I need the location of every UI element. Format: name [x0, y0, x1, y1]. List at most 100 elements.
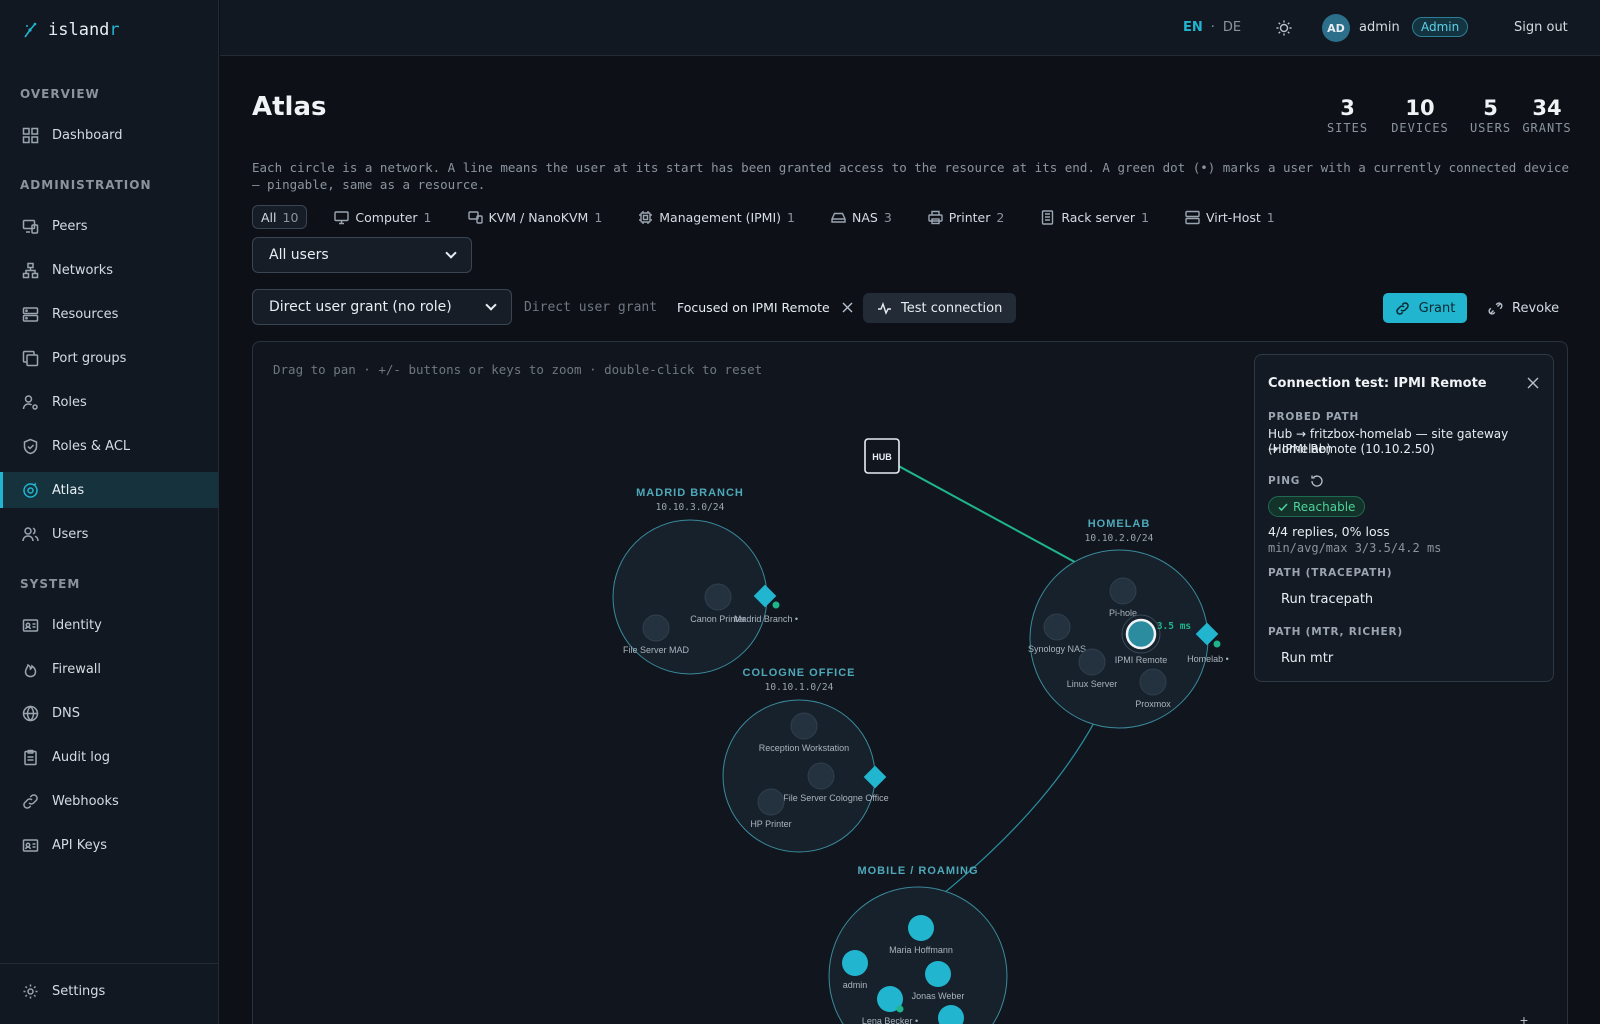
grant-type-select[interactable]: Direct user grant (no role) [252, 289, 512, 325]
zoom-in-button[interactable]: + [1520, 1012, 1528, 1024]
lang-de[interactable]: DE [1223, 20, 1241, 35]
filter-all[interactable]: All 10 [252, 205, 308, 229]
sidebar-item-api-keys[interactable]: API Keys [0, 827, 218, 863]
device-node[interactable] [1043, 613, 1071, 641]
sidebar-item-label: Networks [52, 262, 114, 278]
sidebar-item-settings[interactable]: Settings [0, 973, 218, 1009]
sidebar-item-roles-acl[interactable]: Roles & ACL [0, 428, 218, 464]
close-icon[interactable] [1527, 377, 1539, 389]
user-label: Lena Becker • [862, 1016, 918, 1024]
stat-users: 5 USERS [1463, 96, 1518, 135]
connection-test-panel: Connection test: IPMI Remote PROBED PATH… [1254, 354, 1554, 682]
filter-rack-server[interactable]: Rack server 1 [1031, 205, 1158, 229]
user-node[interactable] [908, 915, 934, 941]
logo-text: island [48, 20, 110, 40]
section-system: SYSTEM [20, 577, 81, 591]
grant-type-value: Direct user grant (no role) [269, 299, 452, 315]
filter-label: Computer [355, 209, 418, 225]
device-node[interactable] [1139, 668, 1167, 696]
site-mobile[interactable]: MOBILE / ROAMING Maria Hoffmann admin Jo… [828, 865, 1008, 1024]
latency-label: 3.5 ms [1157, 621, 1191, 632]
sidebar-item-peers[interactable]: Peers [0, 208, 218, 244]
stat-grants: 34 GRANTS [1517, 96, 1577, 135]
atlas-canvas[interactable]: Drag to pan · +/- buttons or keys to zoo… [252, 341, 1568, 1024]
filter-ipmi[interactable]: Management (IPMI) 1 [629, 205, 804, 229]
device-node[interactable] [704, 583, 732, 611]
site-cologne[interactable]: COLOGNE OFFICE 10.10.1.0/24 Reception Wo… [722, 667, 889, 853]
refresh-icon[interactable] [1310, 474, 1324, 488]
device-label: Linux Server [1067, 679, 1118, 689]
hub-node[interactable]: HUB [864, 438, 900, 474]
device-label: IPMI Remote [1115, 655, 1168, 665]
atlas-icon [23, 482, 38, 498]
grant-type-label: Direct user grant [524, 300, 658, 315]
unlink-icon [1488, 301, 1503, 315]
server-stack-icon [1185, 210, 1200, 224]
chip-icon [639, 210, 653, 224]
device-node[interactable] [807, 762, 835, 790]
grant-label: Grant [1418, 300, 1456, 316]
filter-label: Printer [948, 209, 991, 225]
filter-computer[interactable]: Computer 1 [325, 205, 440, 229]
clipboard-icon [24, 749, 37, 765]
sidebar-item-label: Resources [52, 306, 119, 322]
lang-en[interactable]: EN [1183, 20, 1203, 35]
sun-icon[interactable] [1274, 18, 1294, 38]
grant-button[interactable]: Grant [1383, 293, 1467, 323]
filter-virt-host[interactable]: Virt-Host 1 [1176, 205, 1284, 229]
sign-out-button[interactable]: Sign out [1514, 20, 1568, 35]
logo[interactable]: islandr [22, 20, 120, 40]
stat-label: GRANTS [1522, 121, 1572, 135]
test-connection-button[interactable]: Test connection [863, 293, 1017, 323]
kvm-icon [467, 210, 483, 224]
sidebar-item-label: Roles & ACL [52, 438, 131, 454]
sidebar-item-audit-log[interactable]: Audit log [0, 739, 218, 775]
page-description: Each circle is a network. A line means t… [252, 160, 1569, 192]
device-node[interactable] [1078, 648, 1106, 676]
sidebar-item-port-groups[interactable]: Port groups [0, 340, 218, 376]
user-node[interactable] [925, 961, 951, 987]
shield-icon [23, 438, 38, 454]
sidebar-item-roles[interactable]: Roles [0, 384, 218, 420]
site-name: COLOGNE OFFICE [743, 667, 856, 679]
filter-nas[interactable]: NAS 3 [822, 205, 901, 229]
sidebar-item-label: Audit log [52, 749, 111, 765]
run-mtr-button[interactable]: Run mtr [1281, 651, 1333, 666]
filter-count: 1 [423, 209, 432, 225]
device-node[interactable] [1109, 577, 1137, 605]
sidebar-item-dns[interactable]: DNS [0, 695, 218, 731]
site-madrid[interactable]: MADRID BRANCH 10.10.3.0/24 Canon Printer… [612, 487, 798, 675]
sidebar-item-resources[interactable]: Resources [0, 296, 218, 332]
sidebar-item-users[interactable]: Users [0, 516, 218, 552]
sidebar-item-networks[interactable]: Networks [0, 252, 218, 288]
filter-count: 1 [787, 209, 795, 225]
device-label: HP Printer [750, 819, 791, 829]
filter-printer[interactable]: Printer 2 [919, 205, 1014, 229]
sidebar-item-firewall[interactable]: Firewall [0, 651, 218, 687]
device-node-focused[interactable] [1125, 618, 1157, 650]
sidebar-item-identity[interactable]: Identity [0, 607, 218, 643]
device-node[interactable] [790, 712, 818, 740]
device-node[interactable] [642, 614, 670, 642]
sidebar-item-webhooks[interactable]: Webhooks [0, 783, 218, 819]
device-node[interactable] [757, 788, 785, 816]
revoke-button[interactable]: Revoke [1488, 293, 1559, 323]
sidebar-item-dashboard[interactable]: Dashboard [0, 117, 218, 153]
user-node[interactable] [842, 950, 868, 976]
gear-icon [23, 984, 38, 998]
topbar: EN · DE AD admin Admin Sign out [220, 0, 1600, 56]
close-icon[interactable] [842, 302, 853, 313]
link-icon [23, 793, 38, 809]
site-homelab[interactable]: HOMELAB 10.10.2.0/24 Pi-hole Synology NA… [1028, 518, 1229, 729]
avatar[interactable]: AD [1322, 14, 1350, 42]
page-title: Atlas [252, 92, 327, 122]
check-icon [1278, 502, 1288, 511]
sidebar-item-atlas[interactable]: Atlas [0, 472, 218, 508]
run-tracepath-button[interactable]: Run tracepath [1281, 592, 1373, 607]
lang-separator: · [1210, 20, 1215, 35]
panel-title: Connection test: IPMI Remote [1268, 376, 1487, 391]
stat-devices: 10 DEVICES [1385, 96, 1455, 135]
stat-label: DEVICES [1391, 121, 1449, 135]
filter-kvm[interactable]: KVM / NanoKVM 1 [459, 205, 612, 229]
user-select[interactable]: All users [252, 237, 472, 273]
